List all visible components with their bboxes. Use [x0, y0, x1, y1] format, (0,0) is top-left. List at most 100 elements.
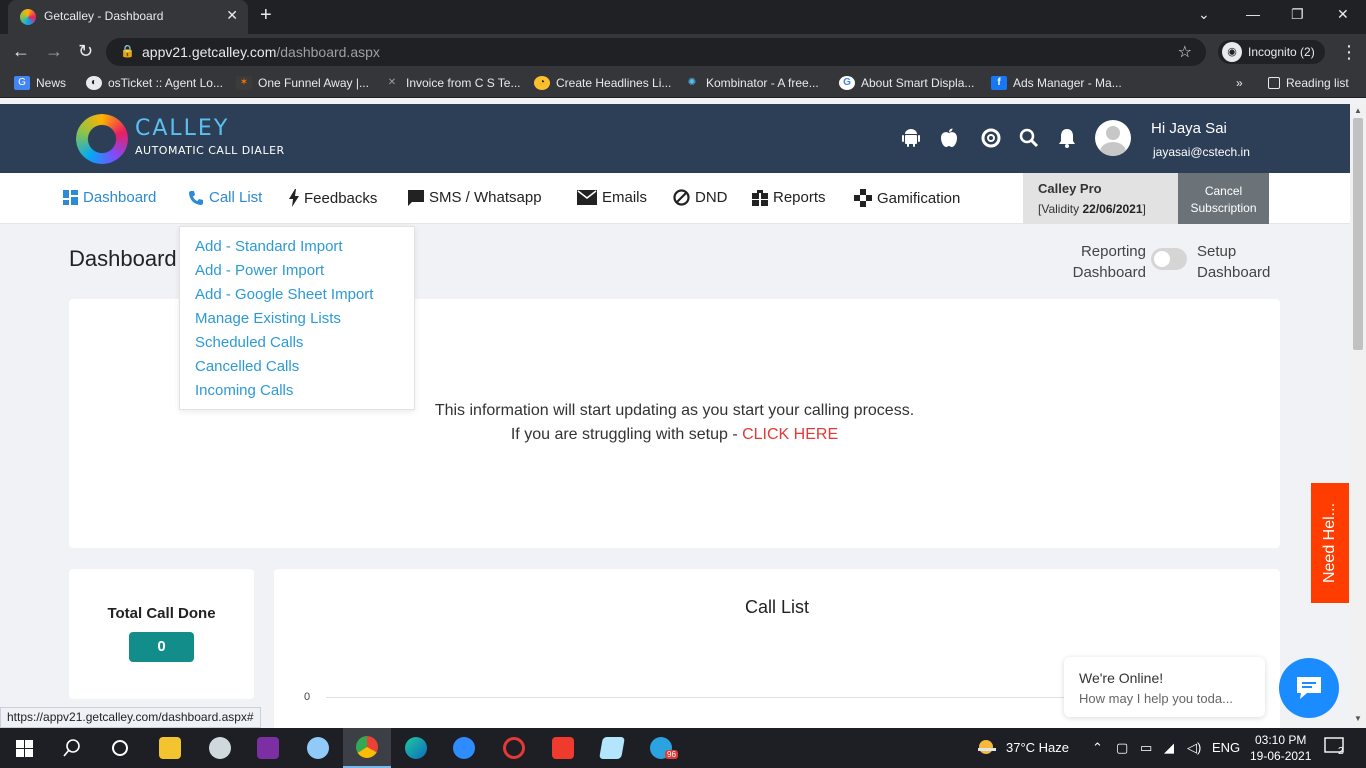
menu-manage-lists[interactable]: Manage Existing Lists — [195, 307, 414, 331]
taskbar-search[interactable] — [48, 728, 96, 768]
chat-open-button[interactable] — [1279, 658, 1339, 718]
nav-sms-whatsapp[interactable]: SMS / Whatsapp — [408, 189, 542, 206]
incognito-label: Incognito (2) — [1248, 45, 1315, 59]
battery-icon[interactable]: ▭ — [1140, 740, 1152, 756]
scroll-up-icon[interactable]: ▲ — [1354, 106, 1362, 115]
google-icon: G — [839, 76, 855, 90]
search-icon[interactable] — [1019, 128, 1039, 154]
start-button[interactable] — [0, 728, 48, 768]
bookmark-headlines[interactable]: ◔ Create Headlines Li... — [534, 76, 671, 90]
android-icon[interactable] — [902, 128, 920, 154]
reload-icon[interactable]: ↻ — [78, 41, 93, 62]
dashboard-icon — [63, 190, 78, 205]
reports-icon — [752, 189, 768, 206]
dashboard-mode-toggle[interactable] — [1151, 248, 1187, 270]
bookmarks-overflow[interactable]: » — [1236, 76, 1243, 90]
volume-icon[interactable]: ◁) — [1187, 740, 1201, 756]
bookmark-funnel[interactable]: ✶ One Funnel Away |... — [236, 76, 369, 90]
facebook-icon: f — [991, 76, 1007, 90]
scroll-down-icon[interactable]: ▼ — [1354, 714, 1362, 723]
cancel-subscription-button[interactable]: Cancel Subscription — [1178, 173, 1269, 224]
menu-standard-import[interactable]: Add - Standard Import — [195, 235, 414, 259]
bookmark-ads-manager[interactable]: f Ads Manager - Ma... — [991, 76, 1122, 90]
wifi-icon[interactable]: ◢ — [1164, 740, 1174, 756]
taskbar-zoom[interactable] — [440, 728, 488, 768]
taskbar-onenote[interactable] — [244, 728, 292, 768]
bookmark-kombinator[interactable]: ✺ Kombinator - A free... — [684, 76, 819, 90]
page-scrollbar[interactable]: ▲ ▼ — [1350, 104, 1366, 728]
robot-icon — [209, 737, 231, 759]
apple-icon[interactable] — [940, 128, 958, 154]
user-greeting[interactable]: Hi Jaya Sai — [1151, 120, 1227, 137]
task-view[interactable] — [96, 728, 144, 768]
bell-icon[interactable] — [1058, 128, 1076, 154]
funnel-icon: ✶ — [236, 76, 252, 90]
taskbar-app-notes[interactable] — [588, 728, 636, 768]
scroll-thumb[interactable] — [1353, 118, 1363, 350]
incognito-icon: ◉ — [1222, 42, 1242, 62]
new-tab-icon[interactable]: + — [260, 4, 272, 27]
bookmark-star-icon[interactable]: ☆ — [1178, 42, 1192, 62]
nav-feedbacks[interactable]: Feedbacks — [289, 189, 377, 207]
avatar[interactable] — [1095, 120, 1131, 156]
chat-greeting-bubble[interactable]: We're Online! How may I help you toda... — [1064, 657, 1265, 717]
url-text: appv21.getcalley.com/dashboard.aspx — [142, 44, 380, 60]
taskbar-anydesk[interactable] — [539, 728, 587, 768]
taskbar-edge[interactable] — [392, 728, 440, 768]
forward-icon[interactable]: → — [45, 41, 63, 62]
url-field[interactable]: 🔒 appv21.getcalley.com/dashboard.aspx ☆ — [106, 38, 1206, 66]
language-indicator[interactable]: ENG — [1212, 740, 1240, 755]
tab-close-icon[interactable]: ✕ — [226, 7, 238, 24]
nav-call-list[interactable]: Call List — [188, 189, 262, 206]
nav-dnd[interactable]: DND — [673, 189, 728, 206]
nav-dashboard[interactable]: Dashboard — [63, 189, 156, 206]
menu-google-sheet-import[interactable]: Add - Google Sheet Import — [195, 283, 414, 307]
taskbar-chrome[interactable] — [343, 728, 391, 768]
incognito-badge[interactable]: ◉ Incognito (2) — [1218, 40, 1325, 64]
weather-text[interactable]: 37°C Haze — [1006, 740, 1069, 755]
maximize-icon[interactable]: ❐ — [1291, 6, 1304, 23]
tab-search-icon[interactable]: ⌄ — [1198, 6, 1210, 23]
weather-icon[interactable] — [976, 738, 998, 759]
chat-title: We're Online! — [1079, 670, 1164, 686]
notification-count: 2 — [1338, 746, 1344, 757]
menu-power-import[interactable]: Add - Power Import — [195, 259, 414, 283]
bookmark-invoice[interactable]: ✕ Invoice from C S Te... — [384, 76, 521, 90]
taskbar-app-red[interactable] — [490, 728, 538, 768]
menu-cancelled-calls[interactable]: Cancelled Calls — [195, 355, 414, 379]
support-icon[interactable] — [981, 128, 1001, 154]
lock-icon: 🔒 — [120, 44, 135, 58]
need-help-tab[interactable]: Need Hel... — [1311, 483, 1349, 603]
menu-incoming-calls[interactable]: Incoming Calls — [195, 379, 414, 403]
nav-gamification[interactable]: Gamification — [854, 189, 960, 207]
click-here-link[interactable]: CLICK HERE — [742, 426, 838, 443]
menu-scheduled-calls[interactable]: Scheduled Calls — [195, 331, 414, 355]
logo-tagline: AUTOMATIC CALL DIALER — [135, 144, 285, 157]
system-clock[interactable]: 03:10 PM 19-06-2021 — [1250, 732, 1311, 764]
nav-emails[interactable]: Emails — [577, 189, 647, 206]
kombinator-icon: ✺ — [687, 77, 697, 88]
bookmark-news[interactable]: G News — [14, 76, 66, 90]
taskbar-app-bot[interactable] — [196, 728, 244, 768]
browser-menu-icon[interactable]: ⋮ — [1340, 42, 1358, 63]
logo-name: CALLEY — [135, 116, 230, 141]
tray-overflow-icon[interactable]: ⌃ — [1092, 740, 1103, 756]
news-icon: G — [14, 76, 30, 90]
windows-icon — [15, 739, 33, 757]
minimize-icon[interactable]: — — [1246, 6, 1260, 22]
browser-tab[interactable]: Getcalley - Dashboard ✕ — [8, 0, 248, 34]
bookmark-osticket[interactable]: ◐ osTicket :: Agent Lo... — [86, 76, 223, 90]
back-icon[interactable]: ← — [12, 41, 30, 62]
chart-title: Call List — [744, 597, 810, 617]
bookmark-smart-display[interactable]: G About Smart Displa... — [839, 76, 974, 90]
page-title: Dashboard — [69, 246, 177, 271]
taskbar-telegram[interactable]: 96 — [637, 728, 685, 768]
taskbar-paint[interactable] — [294, 728, 342, 768]
nav-reports[interactable]: Reports — [752, 189, 826, 206]
tray-app-icon[interactable]: ▢ — [1116, 740, 1128, 756]
headlines-icon: ◔ — [534, 76, 550, 90]
reading-list[interactable]: Reading list — [1268, 76, 1349, 90]
paint-icon — [307, 737, 329, 759]
window-close-icon[interactable]: ✕ — [1337, 6, 1349, 23]
taskbar-explorer[interactable] — [146, 728, 194, 768]
